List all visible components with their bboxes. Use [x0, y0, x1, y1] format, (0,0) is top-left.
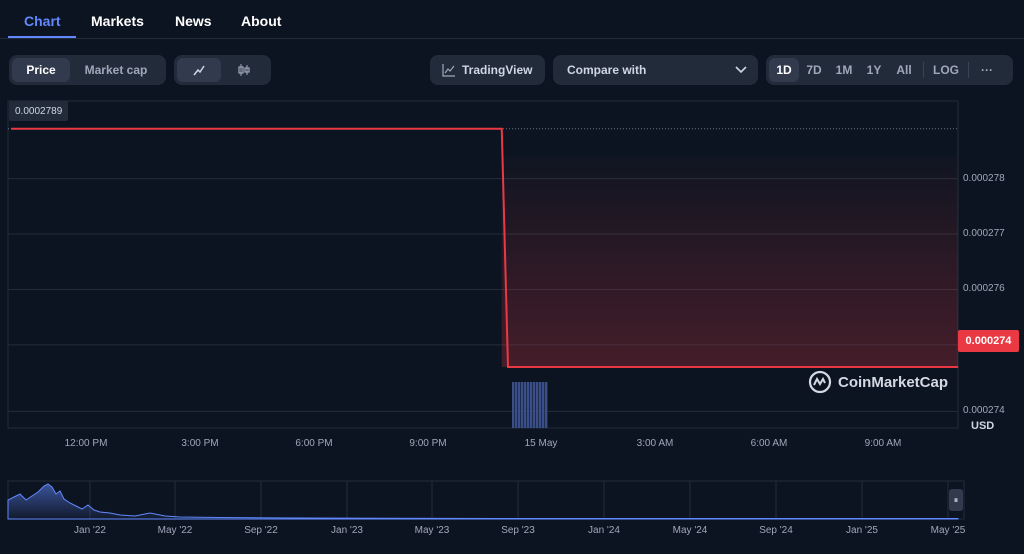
volume-bar: [521, 382, 524, 428]
volume-bar: [545, 382, 548, 428]
volume-bar: [527, 382, 530, 428]
price-area-fill: [501, 156, 958, 368]
currency-unit-label: USD: [971, 420, 995, 432]
navigator-tick-label: Jan '25: [846, 525, 878, 536]
volume-bar: [530, 382, 533, 428]
volume-bar: [518, 382, 521, 428]
x-axis-tick-label: 3:00 PM: [181, 438, 219, 449]
navigator-drag-handle[interactable]: ⏸: [949, 489, 963, 511]
x-axis-tick-label: 6:00 PM: [295, 438, 333, 449]
price-chart[interactable]: [0, 0, 1024, 554]
coinmarketcap-watermark: CoinMarketCap: [808, 370, 948, 394]
high-price-label: 0.0002789: [9, 101, 69, 121]
navigator-tick-label: May '23: [414, 525, 450, 536]
volume-bar: [539, 382, 542, 428]
navigator-tick-label: Sep '23: [501, 525, 535, 536]
navigator-tick-label: Jan '23: [331, 525, 363, 536]
navigator-tick-label: May '22: [157, 525, 193, 536]
volume-bar: [542, 382, 545, 428]
x-axis-tick-label: 3:00 AM: [636, 438, 674, 449]
y-axis-tick-label: 0.000274: [963, 405, 1005, 417]
watermark-text: CoinMarketCap: [838, 373, 949, 391]
y-axis-tick-label: 0.000276: [963, 283, 1005, 295]
navigator-tick-label: Sep '24: [759, 525, 793, 536]
volume-bar: [515, 382, 518, 428]
y-axis-tick-label: 0.000277: [963, 228, 1005, 240]
x-axis-tick-label: 9:00 AM: [864, 438, 902, 449]
navigator-tick-label: Jan '24: [588, 525, 620, 536]
coinmarketcap-logo-icon: [808, 370, 832, 394]
x-axis-tick-label: 6:00 AM: [750, 438, 788, 449]
volume-bar: [524, 382, 527, 428]
navigator-tick-label: Sep '22: [244, 525, 278, 536]
volume-bar: [536, 382, 539, 428]
x-axis-tick-label: 12:00 PM: [64, 438, 108, 449]
current-price-label: 0.000274: [958, 330, 1019, 352]
y-axis-tick-label: 0.000278: [963, 172, 1005, 184]
navigator-tick-label: May '25: [930, 525, 966, 536]
navigator-area: [7, 483, 959, 520]
navigator-tick-label: May '24: [672, 525, 708, 536]
x-axis-tick-label: 15 May: [524, 438, 558, 449]
navigator-tick-label: Jan '22: [74, 525, 106, 536]
x-axis-tick-label: 9:00 PM: [409, 438, 447, 449]
volume-bar: [533, 382, 536, 428]
volume-bar: [512, 382, 515, 428]
